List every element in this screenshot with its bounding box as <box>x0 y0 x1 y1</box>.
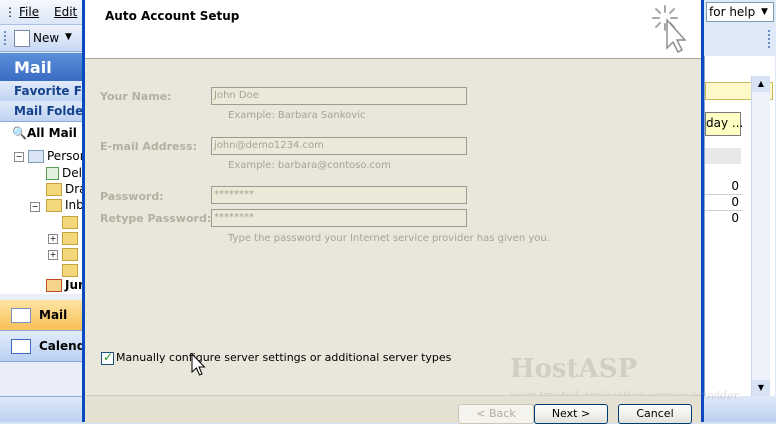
dialog-footer: < Back Next > Cancel <box>85 395 701 424</box>
mail-folders-label: Mail Folders <box>14 104 82 118</box>
tree-item-subfolder[interactable] <box>62 263 81 277</box>
collapse-icon[interactable]: − <box>14 152 24 162</box>
tree-item-label: Junk E-mail <box>65 278 82 292</box>
tree-item-subfolder[interactable] <box>62 247 81 261</box>
nav-button-calendar-label: Calendar <box>39 339 82 353</box>
tree-item-junk-email[interactable]: Junk E-mail <box>46 278 82 292</box>
manual-config-label[interactable]: Manually configure server settings or ad… <box>116 351 451 364</box>
password-field[interactable]: ******** <box>211 186 467 204</box>
nav-pane-title-text: Mail <box>14 58 52 77</box>
folder-icon <box>62 232 78 245</box>
tree-item-label: Inbox <box>65 198 82 212</box>
email-address-field[interactable]: john@demo1234.com <box>211 137 467 155</box>
help-search-placeholder: for help <box>709 5 756 19</box>
tree-item-inbox[interactable]: Inbox <box>46 198 82 212</box>
folder-icon <box>62 248 78 261</box>
next-button[interactable]: Next > <box>534 404 608 424</box>
expand-icon[interactable]: + <box>48 250 58 260</box>
calendar-icon <box>11 339 31 354</box>
toolbar-grip[interactable] <box>768 30 774 48</box>
tree-item-subfolder[interactable] <box>62 215 81 229</box>
auto-account-setup-dialog: Auto Account Setup Your Name: John Doe E… <box>82 0 739 424</box>
todo-bar: day ... 0 0 0 ▲ ▼ <box>704 56 775 396</box>
retype-password-field[interactable]: ******** <box>211 209 467 227</box>
nav-pane-title: Mail <box>0 53 82 81</box>
tree-item-deleted-items[interactable]: Deleted Items <box>46 166 82 180</box>
password-label: Password: <box>100 190 164 203</box>
task-list-header <box>705 148 741 164</box>
deleted-items-icon <box>46 167 59 180</box>
tree-item-label: Deleted Items <box>62 166 82 180</box>
menu-grip: ⋮ <box>4 5 16 19</box>
outlook-right-pane: for help ▼ day ... 0 0 0 ▲ ▼ <box>704 0 776 422</box>
your-name-hint: Example: Barbara Sankovic <box>228 110 366 121</box>
count-cell: 0 <box>731 195 739 209</box>
setup-wizard-icon <box>652 5 687 53</box>
menu-bar: ⋮ File Edit <box>0 0 82 25</box>
folder-icon <box>62 264 78 277</box>
standard-toolbar: New ▼ <box>0 25 82 52</box>
outlook-navigation-pane: ⋮ File Edit New ▼ Mail Favorite Folders … <box>0 0 82 422</box>
menu-file[interactable]: File <box>19 5 39 19</box>
new-button[interactable]: New <box>33 31 59 45</box>
dialog-title: Auto Account Setup <box>105 9 240 23</box>
folder-icon <box>62 216 78 229</box>
mail-folders-header[interactable]: Mail Folders <box>0 101 82 122</box>
search-folder-icon: 🔍 <box>12 126 27 140</box>
new-dropdown-arrow-icon[interactable]: ▼ <box>65 32 72 42</box>
back-button[interactable]: < Back <box>458 404 534 424</box>
email-address-label: E-mail Address: <box>100 140 197 153</box>
dialog-header: Auto Account Setup <box>85 0 701 59</box>
today-button[interactable]: day ... <box>705 112 744 136</box>
mouse-pointer-icon <box>191 353 206 376</box>
today-button-label: day ... <box>706 116 744 130</box>
manual-config-checkbox[interactable]: ✓ <box>101 350 114 365</box>
nav-button-mail[interactable]: Mail <box>0 300 82 331</box>
collapse-icon[interactable]: − <box>30 202 40 212</box>
tree-item-label: Personal Folders <box>47 149 82 163</box>
favorite-folders-header[interactable]: Favorite Folders <box>0 81 82 102</box>
scroll-down-icon[interactable]: ▼ <box>752 380 770 396</box>
email-address-hint: Example: barbara@contoso.com <box>228 160 391 171</box>
toolbar-grip[interactable] <box>4 31 8 45</box>
count-cell: 0 <box>731 211 739 225</box>
tree-item-drafts[interactable]: Drafts <box>46 182 82 196</box>
count-cell: 0 <box>731 179 739 193</box>
your-name-field[interactable]: John Doe <box>211 87 467 105</box>
inbox-icon <box>46 199 62 212</box>
menu-edit[interactable]: Edit <box>54 5 77 19</box>
personal-folders-icon <box>28 150 44 163</box>
check-mark-icon: ✓ <box>103 350 114 364</box>
your-name-label: Your Name: <box>100 90 172 103</box>
cancel-button[interactable]: Cancel <box>618 404 692 424</box>
expand-icon[interactable]: + <box>48 234 58 244</box>
retype-password-label: Retype Password: <box>100 212 212 225</box>
folder-tree: 🔍All Mail Items − Personal Folders Delet… <box>0 122 82 294</box>
tree-item-personal-folders[interactable]: Personal Folders <box>28 149 82 163</box>
password-hint: Type the password your Internet service … <box>228 233 550 244</box>
tree-item-subfolder[interactable] <box>62 231 81 245</box>
todo-scrollbar[interactable]: ▲ ▼ <box>751 76 770 396</box>
help-dropdown-arrow-icon[interactable]: ▼ <box>761 7 768 17</box>
all-mail-items-label: All Mail Items <box>26 126 82 140</box>
drafts-icon <box>46 183 62 196</box>
help-search-box[interactable]: for help ▼ <box>706 2 774 22</box>
mail-envelope-icon <box>11 308 31 323</box>
dialog-body: Your Name: John Doe Example: Barbara San… <box>85 59 739 402</box>
status-bar <box>0 396 82 422</box>
new-mail-icon <box>14 30 30 47</box>
junk-email-icon <box>46 279 62 292</box>
nav-button-calendar[interactable]: Calendar <box>0 331 82 362</box>
all-mail-items[interactable]: 🔍All Mail Items <box>12 126 82 140</box>
favorite-folders-label: Favorite Folders <box>14 84 82 98</box>
hostasp-watermark: HostASP <box>510 354 638 384</box>
tree-item-label: Drafts <box>65 182 82 196</box>
nav-button-mail-label: Mail <box>39 308 68 322</box>
dialog-frame: Auto Account Setup Your Name: John Doe E… <box>85 0 739 424</box>
scroll-up-icon[interactable]: ▲ <box>752 76 770 92</box>
